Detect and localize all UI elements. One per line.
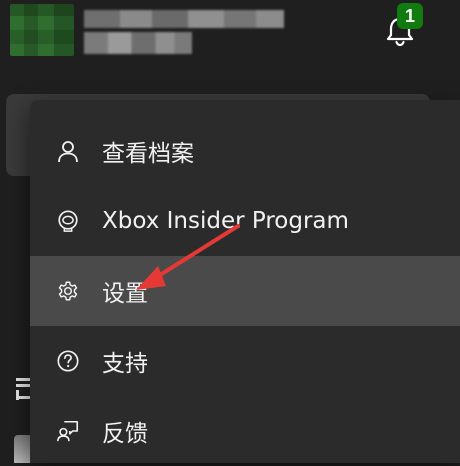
person-icon	[56, 139, 80, 163]
gamertag-blur-line-1	[84, 10, 284, 28]
avatar[interactable]	[10, 4, 74, 56]
menu-item-feedback[interactable]: 反馈	[30, 396, 460, 466]
feedback-icon	[56, 419, 80, 443]
xbox-insider-icon	[56, 209, 80, 233]
menu-item-label: 查看档案	[102, 141, 194, 167]
menu-item-label: 反馈	[102, 421, 148, 447]
menu-item-label: 设置	[102, 281, 148, 307]
menu-item-support[interactable]: 支持	[30, 326, 460, 396]
gamertag-blurred	[84, 10, 284, 56]
menu-item-label: Xbox Insider Program	[102, 208, 349, 234]
gear-icon	[56, 279, 80, 303]
notification-count-badge[interactable]: 1	[397, 3, 423, 29]
gamertag-blur-line-2	[84, 32, 192, 54]
app-header: 1	[0, 0, 460, 90]
help-circle-icon	[56, 349, 80, 373]
menu-item-settings[interactable]: 设置	[30, 256, 460, 326]
profile-dropdown-menu: 查看档案 Xbox Insider Program 设置 支持 反馈	[30, 100, 460, 463]
menu-item-view-profile[interactable]: 查看档案	[30, 116, 460, 186]
menu-item-label: 支持	[102, 351, 148, 377]
menu-item-xbox-insider[interactable]: Xbox Insider Program	[30, 186, 460, 256]
